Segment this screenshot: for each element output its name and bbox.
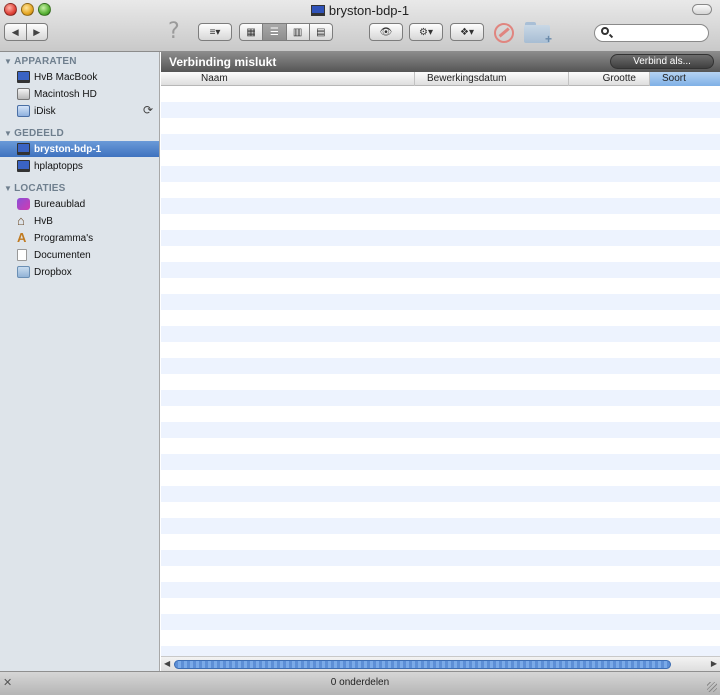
disconnect-icon[interactable] xyxy=(494,23,514,43)
column-view-button[interactable]: ▥ xyxy=(286,23,310,41)
forward-arrow-icon: ▶ xyxy=(33,26,41,37)
home-icon: ⌂ xyxy=(17,213,25,228)
sidebar-item-idisk[interactable]: iDisk ⟳ xyxy=(0,103,159,119)
action-button[interactable]: ⚙▾ xyxy=(409,23,443,41)
back-forward-control: ◀ ▶ xyxy=(4,23,48,41)
sidebar: ▼ APPARATEN HvB MacBook Macintosh HD iDis… xyxy=(0,52,160,671)
sidebar-item-documenten[interactable]: Documenten xyxy=(0,247,159,263)
section-header-places[interactable]: ▼ LOCATIES xyxy=(4,183,66,194)
column-header-name[interactable]: Naam xyxy=(161,72,415,86)
sidebar-item-label: Macintosh HD xyxy=(34,88,97,100)
resize-handle-icon[interactable] xyxy=(707,682,717,692)
applications-icon: A xyxy=(17,230,27,245)
disclosure-triangle-icon: ▼ xyxy=(4,57,13,66)
network-computer-icon xyxy=(17,160,30,172)
forward-button[interactable]: ▶ xyxy=(26,23,48,41)
arrange-icon: ≡▾ xyxy=(209,26,221,38)
sidebar-item-label: HvB MacBook xyxy=(34,71,98,83)
list-view-icon: ☰ xyxy=(269,26,279,38)
sidebar-item-bureaublad[interactable]: Bureaublad xyxy=(0,196,159,212)
dropbox-icon: ❖▾ xyxy=(460,26,474,38)
file-list[interactable] xyxy=(161,86,720,656)
section-header-shared[interactable]: ▼ GEDEELD xyxy=(4,128,64,139)
toolbar-toggle-button[interactable] xyxy=(692,4,712,15)
sidebar-item-label: bryston-bdp-1 xyxy=(34,143,102,155)
scrollbar-thumb[interactable] xyxy=(174,660,671,669)
hard-disk-icon xyxy=(17,88,30,100)
column-header: Naam Bewerkingsdatum Grootte Soort xyxy=(161,72,720,86)
idisk-icon xyxy=(17,105,30,117)
sidebar-item-dropbox[interactable]: Dropbox xyxy=(0,264,159,280)
disclosure-triangle-icon: ▼ xyxy=(4,184,13,193)
help-icon[interactable]: ? xyxy=(168,19,180,44)
new-folder-icon[interactable]: + xyxy=(524,22,552,46)
documents-icon xyxy=(17,249,27,261)
arrange-button[interactable]: ≡▾ xyxy=(198,23,232,41)
disclosure-triangle-icon: ▼ xyxy=(4,129,13,138)
back-button[interactable]: ◀ xyxy=(4,23,27,41)
sidebar-item-label: Dropbox xyxy=(34,266,72,278)
view-mode-control: ▦ ☰ ▥ ▤ xyxy=(239,23,333,41)
sidebar-item-label: iDisk xyxy=(34,105,56,117)
search-input[interactable] xyxy=(613,26,705,40)
item-count: 0 onderdelen xyxy=(330,677,390,688)
dropbox-button[interactable]: ❖▾ xyxy=(450,23,484,41)
coverflow-view-button[interactable]: ▤ xyxy=(309,23,333,41)
column-header-size[interactable]: Grootte xyxy=(569,72,650,86)
quicklook-button[interactable]: 👁 xyxy=(369,23,403,41)
sidebar-item-label: Bureaublad xyxy=(34,198,86,210)
search-icon xyxy=(601,27,609,35)
search-field[interactable] xyxy=(594,24,709,42)
window-toolbar: bryston-bdp-1 ◀ ▶ ? ≡▾ ▦ ☰ ▥ ▤ 👁 ⚙▾ ❖▾ + xyxy=(0,0,720,52)
coverflow-view-icon: ▤ xyxy=(316,26,326,38)
scroll-left-icon[interactable]: ◀ xyxy=(164,659,170,668)
scroll-right-icon[interactable]: ▶ xyxy=(711,659,717,668)
sidebar-item-hplaptopps[interactable]: hplaptopps xyxy=(0,158,159,174)
status-bar: ✕ 0 onderdelen xyxy=(0,671,720,695)
network-computer-icon xyxy=(17,143,30,155)
laptop-icon xyxy=(17,71,30,83)
banner-message: Verbinding mislukt xyxy=(169,55,277,69)
section-header-devices[interactable]: ▼ APPARATEN xyxy=(4,56,77,67)
sidebar-item-macintosh-hd[interactable]: Macintosh HD xyxy=(0,86,159,102)
sidebar-item-label: HvB xyxy=(34,215,53,227)
sync-icon[interactable]: ⟳ xyxy=(143,104,155,116)
file-browser: Verbinding mislukt Verbind als... Naam B… xyxy=(161,52,720,671)
column-view-icon: ▥ xyxy=(292,26,303,38)
eye-icon: 👁 xyxy=(379,26,393,38)
icon-view-button[interactable]: ▦ xyxy=(239,23,264,41)
desktop-icon xyxy=(17,198,30,210)
gear-icon: ⚙▾ xyxy=(419,26,433,38)
connect-as-button[interactable]: Verbind als... xyxy=(610,54,714,69)
dropbox-folder-icon xyxy=(17,266,30,278)
column-header-kind[interactable]: Soort xyxy=(650,72,720,86)
list-view-button[interactable]: ☰ xyxy=(263,23,287,41)
sidebar-item-hvb[interactable]: ⌂ HvB xyxy=(0,213,159,229)
back-arrow-icon: ◀ xyxy=(11,26,19,37)
window-title: bryston-bdp-1 xyxy=(0,3,720,18)
sidebar-item-label: hplaptopps xyxy=(34,160,83,172)
sidebar-item-label: Programma's xyxy=(34,232,94,244)
window-title-text: bryston-bdp-1 xyxy=(328,3,410,18)
horizontal-scrollbar[interactable]: ◀ ▶ xyxy=(161,656,720,671)
sidebar-item-programmas[interactable]: A Programma's xyxy=(0,230,159,246)
sidebar-item-bryston-bdp-1[interactable]: bryston-bdp-1 xyxy=(0,141,159,157)
column-header-date-modified[interactable]: Bewerkingsdatum xyxy=(415,72,569,86)
network-computer-icon xyxy=(310,5,325,16)
connection-failed-banner: Verbinding mislukt Verbind als... xyxy=(161,52,720,72)
icon-view-icon: ▦ xyxy=(246,26,256,38)
sidebar-item-hvb-macbook[interactable]: HvB MacBook xyxy=(0,69,159,85)
sidebar-item-label: Documenten xyxy=(34,249,91,261)
